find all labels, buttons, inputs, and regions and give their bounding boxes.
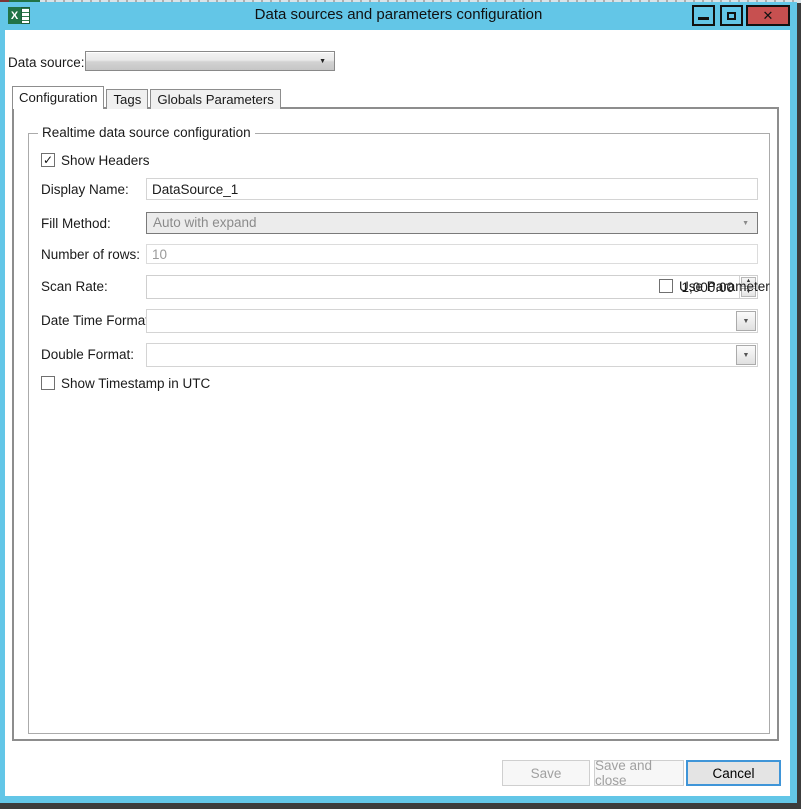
groupbox-title: Realtime data source configuration: [38, 125, 255, 140]
tab-globals-parameters[interactable]: Globals Parameters: [150, 89, 281, 109]
tab-tags[interactable]: Tags: [106, 89, 148, 109]
scan-rate-value[interactable]: [147, 276, 739, 298]
data-source-combobox[interactable]: ▼: [85, 51, 335, 71]
dropdown-button[interactable]: ▼: [736, 345, 756, 365]
chevron-down-icon: ▼: [743, 318, 750, 325]
chevron-down-icon: ▼: [319, 58, 326, 65]
double-format-combobox[interactable]: ▼: [146, 343, 758, 367]
chevron-down-icon: ▼: [743, 352, 750, 359]
fill-method-label: Fill Method:: [41, 216, 111, 231]
use-parameter-checkbox[interactable]: [659, 279, 673, 293]
fill-method-combobox: Auto with expand ▼: [146, 212, 758, 234]
show-headers-label: Show Headers: [61, 153, 150, 168]
date-time-format-label: Date Time Format:: [41, 313, 153, 328]
fill-method-value: Auto with expand: [153, 215, 257, 230]
date-time-format-combobox[interactable]: ▼: [146, 309, 758, 333]
minimize-button[interactable]: [692, 5, 715, 26]
number-of-rows-label: Number of rows:: [41, 247, 140, 262]
show-headers-checkbox[interactable]: ✓: [41, 153, 55, 167]
dropdown-button[interactable]: ▼: [736, 311, 756, 331]
use-parameter-label: Use Parameter: [679, 279, 770, 294]
double-format-label: Double Format:: [41, 347, 134, 362]
maximize-button[interactable]: [720, 5, 743, 26]
display-name-input[interactable]: [146, 178, 758, 200]
cancel-button[interactable]: Cancel: [686, 760, 781, 786]
scan-rate-label: Scan Rate:: [41, 279, 108, 294]
close-icon: ✕: [763, 9, 774, 22]
save-and-close-button: Save and close: [594, 760, 684, 786]
display-name-label: Display Name:: [41, 182, 129, 197]
close-button[interactable]: ✕: [746, 5, 790, 26]
number-of-rows-input: [146, 244, 758, 264]
chevron-down-icon: ▼: [742, 220, 749, 227]
dialog-client-area: Data source: ▼ Configuration Tags Global…: [5, 30, 790, 796]
data-source-label: Data source:: [8, 55, 85, 70]
maximize-icon: [727, 12, 736, 20]
realtime-config-groupbox: Realtime data source configuration ✓ Sho…: [28, 133, 770, 734]
configuration-tab-panel: Realtime data source configuration ✓ Sho…: [12, 107, 779, 741]
dialog-window: X Data sources and parameters configurat…: [0, 2, 797, 803]
check-icon: ✓: [43, 154, 53, 166]
save-button: Save: [502, 760, 590, 786]
tab-configuration[interactable]: Configuration: [12, 86, 104, 109]
window-title: Data sources and parameters configuratio…: [0, 6, 797, 23]
titlebar[interactable]: X Data sources and parameters configurat…: [0, 2, 797, 30]
show-timestamp-utc-label: Show Timestamp in UTC: [61, 376, 210, 391]
show-timestamp-utc-checkbox[interactable]: [41, 376, 55, 390]
tab-strip: Configuration Tags Globals Parameters: [12, 86, 283, 109]
minimize-icon: [698, 17, 709, 20]
